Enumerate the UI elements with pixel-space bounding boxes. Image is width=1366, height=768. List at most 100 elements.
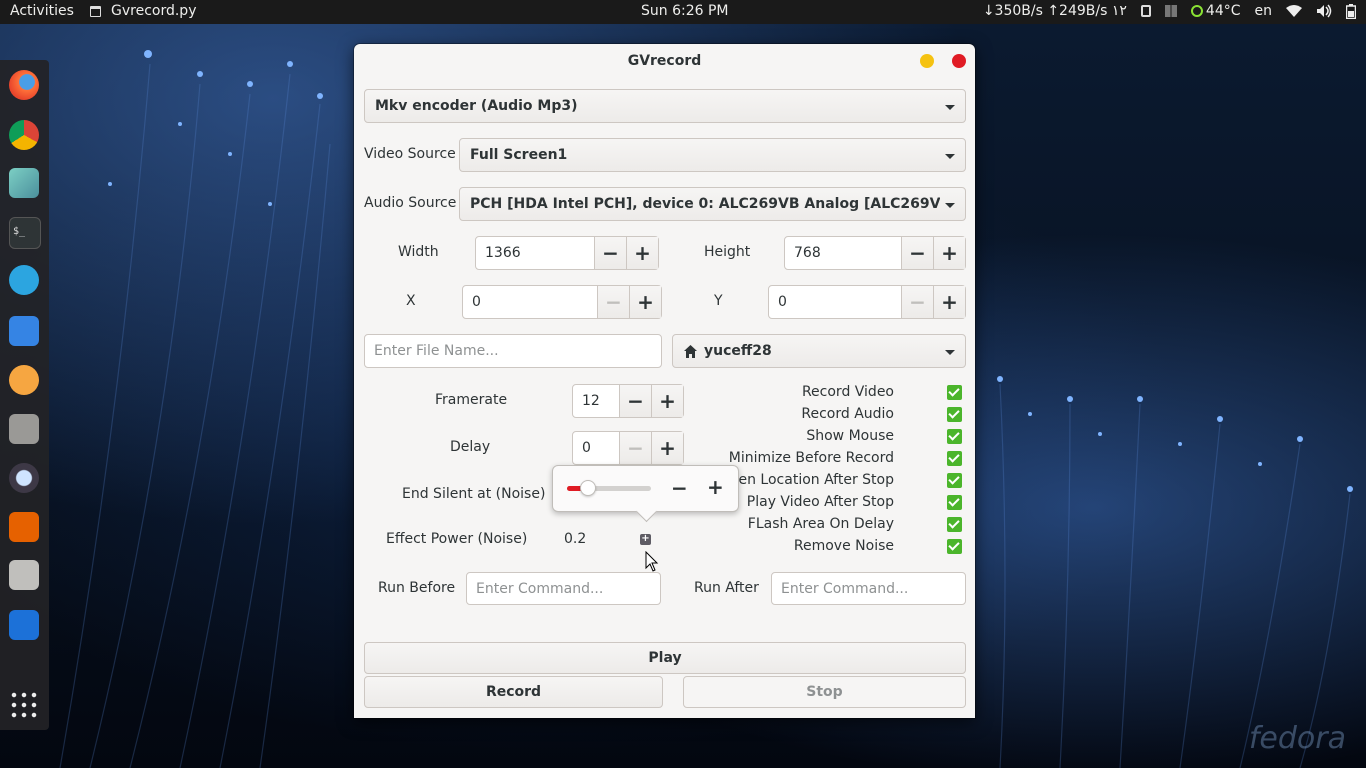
checkbox-remove-noise[interactable]: Remove Noise xyxy=(734,536,966,558)
run-before-placeholder: Enter Command... xyxy=(476,581,604,597)
framerate-value[interactable]: 12 xyxy=(582,393,600,409)
clock[interactable]: Sun 6:26 PM xyxy=(641,3,729,19)
checkbox-minimize-before-record[interactable]: Minimize Before Record xyxy=(729,448,966,470)
height-increment-button[interactable]: + xyxy=(933,237,965,269)
check-icon[interactable] xyxy=(947,539,962,554)
run-after-input[interactable]: Enter Command... xyxy=(771,572,966,605)
clipboard-icon[interactable] xyxy=(1140,5,1151,17)
height-label: Height xyxy=(704,244,751,260)
y-decrement-button[interactable]: − xyxy=(901,286,933,318)
dropdown-arrow-icon xyxy=(945,203,955,208)
y-increment-button[interactable]: + xyxy=(933,286,965,318)
cpu-temp-icon xyxy=(1190,5,1203,17)
x-value[interactable]: 0 xyxy=(472,294,481,310)
height-value[interactable]: 768 xyxy=(794,245,821,261)
framerate-label: Framerate xyxy=(435,392,508,408)
check-icon[interactable] xyxy=(947,495,962,510)
run-after-label: Run After xyxy=(694,580,759,596)
keyboard-layout[interactable]: en xyxy=(1255,3,1273,19)
checkbox-flash-area-on-delay[interactable]: FLash Area On Delay xyxy=(734,514,966,536)
tweaks-icon[interactable] xyxy=(9,365,39,395)
y-label: Y xyxy=(714,293,723,309)
battery-icon[interactable] xyxy=(1346,3,1356,19)
x-decrement-button[interactable]: − xyxy=(597,286,629,318)
app-name: Gvrecord.py xyxy=(111,3,197,19)
x-spinbutton[interactable]: 0 − + xyxy=(462,285,662,319)
scale-popover: − + xyxy=(552,465,739,523)
folder-chooser[interactable]: yuceff28 xyxy=(672,334,966,368)
software-icon[interactable] xyxy=(9,610,39,640)
framerate-spinbutton[interactable]: 12 − + xyxy=(572,384,684,418)
screenshot-icon[interactable] xyxy=(9,414,39,444)
delay-label: Delay xyxy=(450,439,491,455)
minimize-button[interactable] xyxy=(920,54,934,68)
tape-icon[interactable] xyxy=(9,560,39,590)
delay-increment-button[interactable]: + xyxy=(651,432,683,464)
checkbox-record-video[interactable]: Record Video xyxy=(734,382,966,404)
record-button[interactable]: Record xyxy=(364,676,663,708)
run-before-input[interactable]: Enter Command... xyxy=(466,572,661,605)
filename-input[interactable]: Enter File Name... xyxy=(364,334,662,368)
audio-source-dropdown[interactable]: PCH [HDA Intel PCH], device 0: ALC269VB … xyxy=(459,187,966,221)
temperature-indicator[interactable]: 44°C xyxy=(1190,3,1241,19)
delay-spinbutton[interactable]: 0 − + xyxy=(572,431,684,465)
rider-icon[interactable] xyxy=(9,168,39,198)
checkbox-open-location-after-stop[interactable]: Open Location After Stop xyxy=(719,470,966,492)
popover-decrement-button[interactable]: − xyxy=(671,476,688,500)
volume-slider[interactable] xyxy=(567,480,651,496)
checkbox-show-mouse[interactable]: Show Mouse xyxy=(734,426,966,448)
wifi-icon[interactable] xyxy=(1286,4,1302,18)
check-icon[interactable] xyxy=(947,473,962,488)
checkbox-play-video-after-stop[interactable]: Play Video After Stop xyxy=(734,492,966,514)
check-icon[interactable] xyxy=(947,517,962,532)
framerate-increment-button[interactable]: + xyxy=(651,385,683,417)
files-icon[interactable] xyxy=(9,316,39,346)
popover-increment-button[interactable]: + xyxy=(707,475,724,499)
x-increment-button[interactable]: + xyxy=(629,286,661,318)
show-apps-icon[interactable] xyxy=(9,690,39,720)
audio-source-label: Audio Source xyxy=(364,195,457,211)
gvrecord-window: GVrecord Mkv encoder (Audio Mp3) Video S… xyxy=(354,44,975,718)
width-label: Width xyxy=(398,244,439,260)
effect-power-scale-button[interactable]: + xyxy=(640,534,651,545)
audacity-icon[interactable] xyxy=(9,512,39,542)
delay-value[interactable]: 0 xyxy=(582,440,591,456)
dropdown-arrow-icon xyxy=(945,105,955,110)
firefox-icon[interactable] xyxy=(9,70,39,100)
check-icon[interactable] xyxy=(947,429,962,444)
play-button[interactable]: Play xyxy=(364,642,966,674)
terminal-icon[interactable]: $_ xyxy=(9,217,41,249)
width-increment-button[interactable]: + xyxy=(626,237,658,269)
check-icon[interactable] xyxy=(947,385,962,400)
app-menu[interactable]: Gvrecord.py xyxy=(90,3,196,19)
system-tray[interactable]: ↓350B/s ↑249B/s ١٢ 44°C en xyxy=(983,3,1356,19)
video-source-dropdown[interactable]: Full Screen1 xyxy=(459,138,966,172)
width-decrement-button[interactable]: − xyxy=(594,237,626,269)
width-value[interactable]: 1366 xyxy=(485,245,521,261)
width-spinbutton[interactable]: 1366 − + xyxy=(475,236,659,270)
height-spinbutton[interactable]: 768 − + xyxy=(784,236,966,270)
magnifier-icon[interactable] xyxy=(9,463,39,493)
dock: $_ xyxy=(0,60,49,730)
y-spinbutton[interactable]: 0 − + xyxy=(768,285,966,319)
chrome-icon[interactable] xyxy=(9,120,39,150)
window-title[interactable]: GVrecord xyxy=(354,44,975,78)
checkbox-record-audio[interactable]: Record Audio xyxy=(734,404,966,426)
framerate-decrement-button[interactable]: − xyxy=(619,385,651,417)
height-decrement-button[interactable]: − xyxy=(901,237,933,269)
slider-knob[interactable] xyxy=(580,480,596,496)
y-value[interactable]: 0 xyxy=(778,294,787,310)
network-speed: ↓350B/s ↑249B/s ١٢ xyxy=(982,3,1127,19)
check-icon[interactable] xyxy=(947,407,962,422)
check-icon[interactable] xyxy=(947,451,962,466)
volume-icon[interactable] xyxy=(1316,4,1332,18)
workspace-icon[interactable] xyxy=(1164,5,1177,17)
delay-decrement-button[interactable]: − xyxy=(619,432,651,464)
telegram-icon[interactable] xyxy=(9,265,39,295)
close-button[interactable] xyxy=(952,54,966,68)
encoder-dropdown[interactable]: Mkv encoder (Audio Mp3) xyxy=(364,89,966,123)
stop-button[interactable]: Stop xyxy=(683,676,966,708)
activities-button[interactable]: Activities xyxy=(10,3,74,19)
effect-power-value: 0.2 xyxy=(564,531,587,547)
encoder-value: Mkv encoder (Audio Mp3) xyxy=(375,98,578,114)
